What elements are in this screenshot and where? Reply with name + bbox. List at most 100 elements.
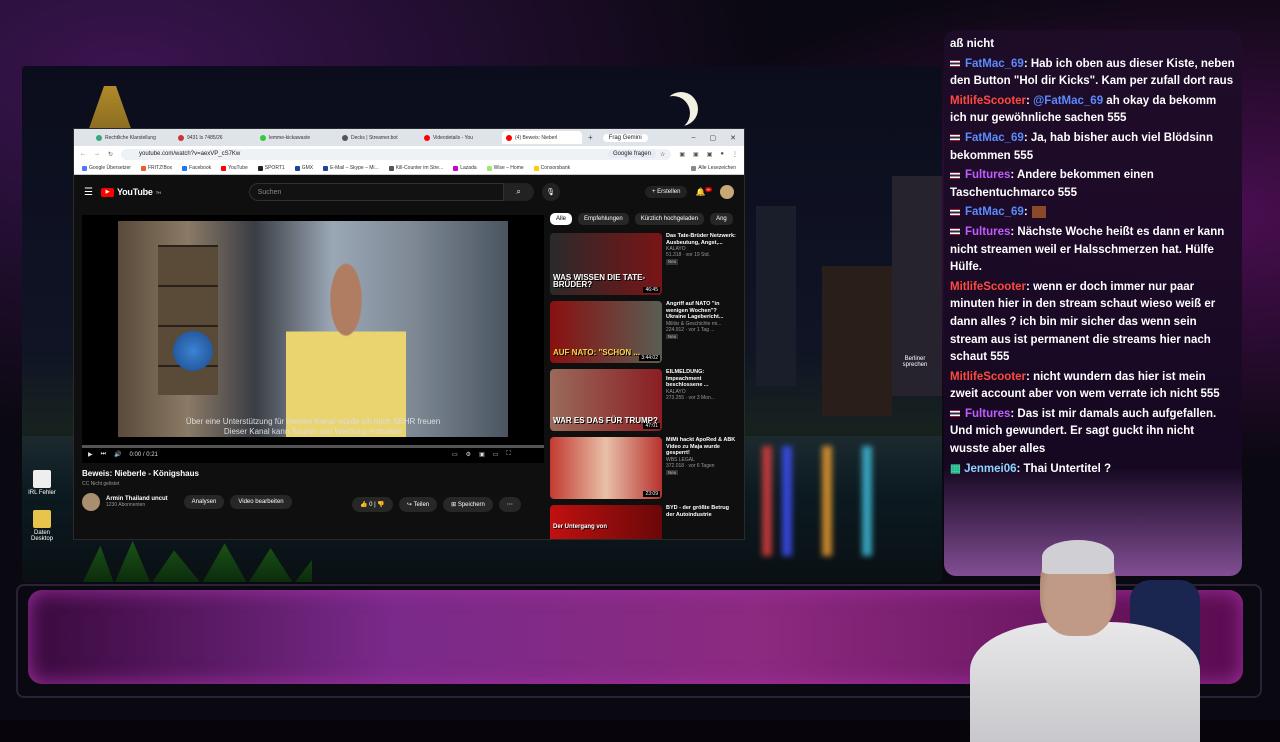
chat-username[interactable]: Fultures bbox=[965, 226, 1010, 238]
youtube-logo[interactable]: ▶ YouTube TH bbox=[100, 187, 161, 197]
close-icon[interactable]: ✕ bbox=[730, 134, 736, 142]
browser-tab[interactable]: Videodetails - You bbox=[420, 131, 500, 144]
recommendation-item[interactable]: AUF NATO: "SCHON ... 3:44:02 Angriff auf … bbox=[550, 301, 736, 363]
extension-icon[interactable]: ▣ bbox=[679, 151, 685, 158]
profile-icon[interactable]: ● bbox=[720, 151, 724, 157]
chip-more[interactable]: Ang bbox=[710, 213, 733, 225]
chip-recommendations[interactable]: Empfehlungen bbox=[578, 213, 629, 225]
bookmark-item[interactable]: YouTube bbox=[221, 165, 248, 171]
subtitles-icon[interactable]: ▭ bbox=[452, 451, 458, 458]
bookmark-item[interactable]: Kill-Counter im Stre... bbox=[388, 165, 443, 171]
browser-tab[interactable]: 9431 ls 7485/26 bbox=[174, 131, 254, 144]
bookmark-item[interactable]: E-Mail – Skype – Mi... bbox=[323, 165, 379, 171]
hamburger-menu-icon[interactable]: ☰ bbox=[84, 187, 93, 198]
bookmark-item[interactable]: Consorsbank bbox=[533, 165, 570, 171]
chip-recent[interactable]: Kürzlich hochgeladen bbox=[634, 213, 705, 225]
extension-icon[interactable]: ▣ bbox=[707, 151, 713, 158]
new-tab-button[interactable]: + bbox=[588, 133, 593, 142]
bookmark-item[interactable]: GMX bbox=[294, 165, 313, 171]
maximize-icon[interactable]: ▢ bbox=[710, 134, 717, 142]
chat-username[interactable]: Fultures bbox=[965, 169, 1010, 181]
channel-row: Armin Thailand uncut 1230 Abonnenten Ana… bbox=[82, 493, 292, 511]
chat-username[interactable]: FatMac_69 bbox=[965, 58, 1024, 70]
save-button[interactable]: ⊞ Speichern bbox=[443, 497, 493, 512]
recommendation-item[interactable]: WAS WISSEN DIE TATE-BRÜDER? 46:45 Das Tat… bbox=[550, 233, 736, 295]
chat-username[interactable]: Jenmei06 bbox=[964, 463, 1016, 475]
consorsbank-icon bbox=[533, 165, 539, 171]
chat-message: MitlifeScooter: @FatMac_69 ah okay da be… bbox=[950, 93, 1236, 128]
reload-icon[interactable]: ↻ bbox=[108, 151, 113, 158]
progress-bar[interactable] bbox=[82, 445, 544, 448]
url-field[interactable]: youtube.com/watch?v=aexVP_cS7Kw Google f… bbox=[121, 148, 672, 160]
filter-chips: Alle Empfehlungen Kürzlich hochgeladen A… bbox=[550, 213, 733, 225]
thai-flag-icon bbox=[950, 60, 960, 68]
analytics-button[interactable]: Analysen bbox=[183, 495, 225, 509]
thai-flag-icon bbox=[950, 134, 960, 142]
gemini-button[interactable]: Frag Gemini bbox=[602, 133, 648, 142]
bookmarks-bar: Google Übersetzer FRITZ!Box Facebook You… bbox=[74, 162, 744, 175]
avatar[interactable] bbox=[720, 185, 734, 199]
rec-title: MiMi hackt ApoRed & ABK Video zu Maja wu… bbox=[666, 437, 736, 457]
chat-mention[interactable]: @FatMac_69 bbox=[1033, 95, 1103, 107]
browser-tab[interactable]: Rechtliche Klarstellung bbox=[92, 131, 172, 144]
folder-icon bbox=[691, 165, 697, 171]
bookmark-item[interactable]: Wise – Home bbox=[486, 165, 524, 171]
chat-username[interactable]: FatMac_69 bbox=[965, 132, 1024, 144]
fullscreen-icon[interactable]: ⛶ bbox=[506, 451, 510, 458]
volume-icon[interactable]: 🔊 bbox=[114, 451, 121, 458]
light-reflection bbox=[762, 446, 772, 556]
desktop-icon[interactable]: Daten Desktop bbox=[28, 510, 56, 542]
browser-tab[interactable]: Decks | Streamer.bot bbox=[338, 131, 418, 144]
all-bookmarks[interactable]: Alle Lesezeichen bbox=[691, 165, 736, 171]
channel-avatar[interactable] bbox=[82, 493, 100, 511]
chat-username[interactable]: Fultures bbox=[965, 408, 1010, 420]
recommendation-item[interactable]: 23:09 MiMi hackt ApoRed & ABK Video zu M… bbox=[550, 437, 736, 499]
browser-window: Rechtliche Klarstellung 9431 ls 7485/26 … bbox=[73, 128, 745, 540]
desktop-icon[interactable]: IRL Fehler bbox=[28, 470, 56, 496]
like-button[interactable]: 👍 0 | 👎 bbox=[352, 497, 393, 512]
chat-username[interactable]: MitlifeScooter bbox=[950, 281, 1026, 293]
miniplayer-icon[interactable]: ▣ bbox=[479, 451, 485, 458]
mic-icon[interactable]: 🎙 bbox=[541, 183, 560, 201]
chat-username[interactable]: MitlifeScooter bbox=[950, 371, 1026, 383]
search-icon[interactable]: ⌕ bbox=[503, 183, 534, 201]
theater-icon[interactable]: ▭ bbox=[493, 451, 499, 458]
next-icon[interactable]: ⏭ bbox=[101, 451, 106, 458]
search-input[interactable]: Suchen bbox=[248, 183, 504, 201]
menu-icon[interactable]: ⋮ bbox=[732, 151, 738, 158]
recommendation-item[interactable]: WAR ES DAS FÜR TRUMP? 47:01 EILMELDUNG: I… bbox=[550, 369, 736, 431]
settings-icon[interactable]: ⚙ bbox=[466, 451, 471, 458]
play-logo-icon: ▶ bbox=[100, 187, 114, 197]
bookmark-item[interactable]: Lazada bbox=[453, 165, 477, 171]
lazada-icon bbox=[453, 165, 459, 171]
visibility-note: CC Nicht gelistet bbox=[82, 481, 120, 487]
star-icon[interactable]: ☆ bbox=[660, 151, 665, 158]
browser-tab-active[interactable]: (4) Beweis: Nieberl bbox=[502, 131, 582, 144]
globe bbox=[173, 331, 213, 371]
browser-tab[interactable]: lemme-kickawaste bbox=[256, 131, 336, 144]
bookmark-item[interactable]: SPORT1 bbox=[257, 165, 285, 171]
chat-username[interactable]: MitlifeScooter bbox=[950, 95, 1026, 107]
minimize-icon[interactable]: – bbox=[692, 134, 696, 142]
bookmark-item[interactable]: FRITZ!Box bbox=[140, 165, 172, 171]
google-ask-button[interactable]: Google fragen bbox=[607, 150, 656, 158]
recommendation-item[interactable]: Der Untergang von BYD - der größte Betru… bbox=[550, 505, 736, 539]
edit-video-button[interactable]: Video bearbeiten bbox=[230, 495, 292, 509]
bell-icon[interactable]: 🔔9+ bbox=[695, 187, 712, 197]
time-display: 0:00 / 0:21 bbox=[129, 451, 158, 458]
folder-icon bbox=[33, 510, 51, 528]
bookmark-item[interactable]: Google Übersetzer bbox=[82, 165, 131, 171]
back-icon[interactable]: ← bbox=[80, 151, 86, 157]
forward-icon[interactable]: → bbox=[94, 151, 100, 157]
chat-username[interactable]: FatMac_69 bbox=[965, 206, 1024, 218]
create-button[interactable]: + Erstellen bbox=[644, 186, 688, 198]
extension-icon[interactable]: ▣ bbox=[693, 151, 699, 158]
building bbox=[822, 266, 892, 416]
play-icon[interactable]: ▶ bbox=[88, 451, 93, 458]
chip-all[interactable]: Alle bbox=[550, 213, 573, 225]
video-player[interactable]: Über eine Unterstützung für meinen Kanal… bbox=[82, 215, 544, 463]
more-icon[interactable]: ⋯ bbox=[498, 497, 521, 512]
share-button[interactable]: ↪ Teilen bbox=[398, 497, 438, 512]
video-frame: Über eine Unterstützung für meinen Kanal… bbox=[118, 221, 508, 437]
bookmark-item[interactable]: Facebook bbox=[182, 165, 211, 171]
